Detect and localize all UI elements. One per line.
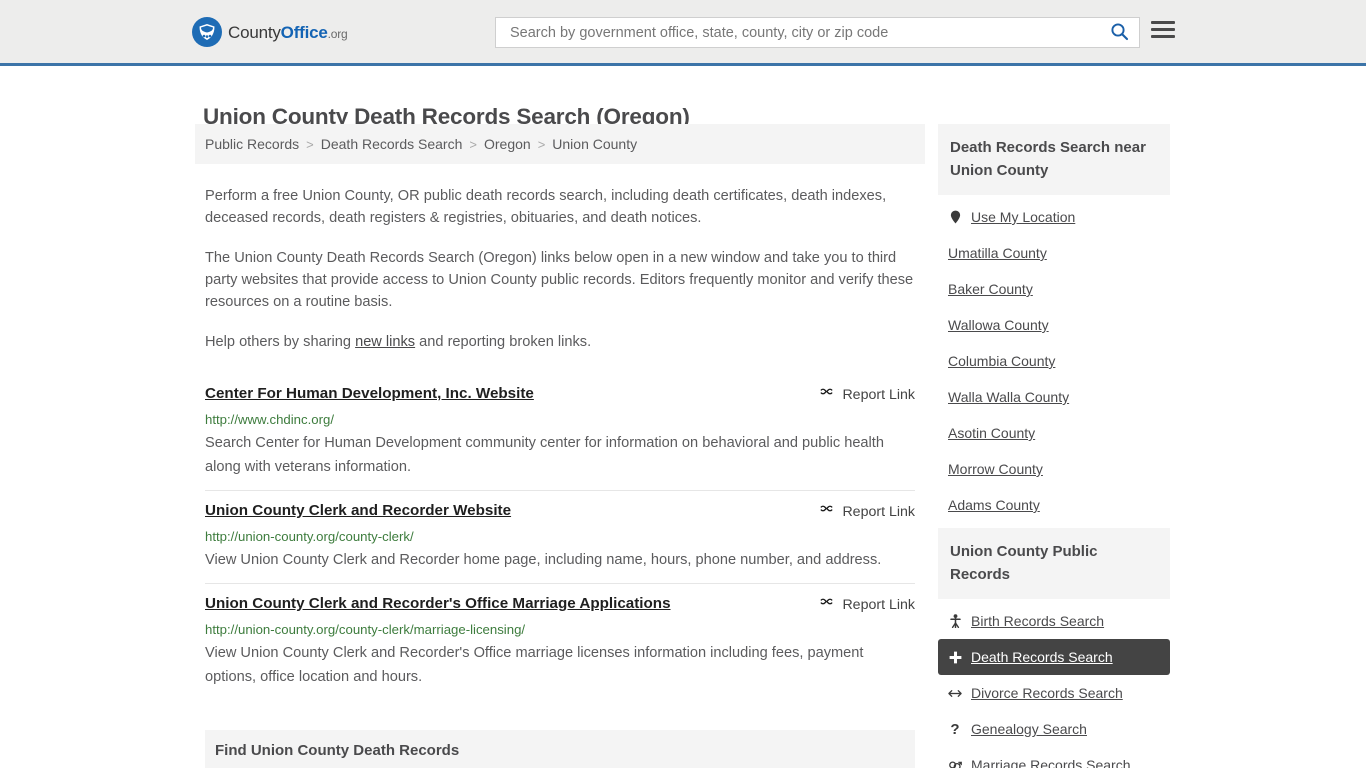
- sidebar-item-label: Death Records Search: [971, 649, 1113, 665]
- broken-link-icon: [819, 501, 834, 522]
- site-logo[interactable]: CountyOffice.org: [192, 17, 348, 47]
- site-header: CountyOffice.org: [0, 0, 1366, 66]
- intro-section: Perform a free Union County, OR public d…: [195, 185, 925, 353]
- new-links-link[interactable]: new links: [355, 334, 415, 350]
- sidebar: Death Records Search near Union County U…: [938, 124, 1170, 768]
- sidebar-item-label: Asotin County: [948, 425, 1036, 441]
- logo-text-county: County: [228, 22, 281, 42]
- nearby-searches-heading: Death Records Search near Union County: [938, 124, 1170, 195]
- result-url[interactable]: http://union-county.org/county-clerk/mar…: [205, 621, 915, 638]
- report-link-label: Report Link: [842, 596, 915, 613]
- result-item: Center For Human Development, Inc. Websi…: [205, 374, 915, 490]
- result-header: Union County Clerk and Recorder's Office…: [205, 594, 915, 615]
- breadcrumb-separator: >: [306, 136, 314, 152]
- logo-text: CountyOffice.org: [228, 24, 348, 41]
- sidebar-item-label: Use My Location: [971, 209, 1076, 225]
- map-pin-icon: [948, 210, 962, 224]
- sidebar-item-divorce-records-search[interactable]: Divorce Records Search: [938, 675, 1170, 711]
- hamburger-menu-icon[interactable]: [1151, 21, 1175, 38]
- sidebar-item-label: Columbia County: [948, 353, 1056, 369]
- share-prefix: Help others by sharing: [205, 334, 356, 350]
- share-suffix: and reporting broken links.: [415, 334, 592, 350]
- nearby-searches-list: Use My Location Umatilla County Baker Co…: [938, 199, 1170, 523]
- breadcrumb: Public Records > Death Records Search > …: [195, 124, 925, 164]
- result-url[interactable]: http://union-county.org/county-clerk/: [205, 528, 915, 545]
- sidebar-item-label: Birth Records Search: [971, 613, 1105, 629]
- sidebar-item-asotin-county[interactable]: Asotin County: [938, 415, 1170, 451]
- report-link-button[interactable]: Report Link: [801, 501, 915, 522]
- sidebar-item-label: Morrow County: [948, 461, 1043, 477]
- sidebar-item-label: Wallowa County: [948, 317, 1049, 333]
- result-url[interactable]: http://www.chdinc.org/: [205, 411, 915, 428]
- search-button[interactable]: [1106, 22, 1133, 44]
- sidebar-item-columbia-county[interactable]: Columbia County: [938, 343, 1170, 379]
- results-list: Center For Human Development, Inc. Websi…: [195, 374, 925, 700]
- broken-link-icon: [819, 384, 834, 405]
- sidebar-item-morrow-county[interactable]: Morrow County: [938, 451, 1170, 487]
- sidebar-item-label: Genealogy Search: [971, 721, 1087, 737]
- sidebar-item-umatilla-county[interactable]: Umatilla County: [938, 235, 1170, 271]
- search-icon: [1110, 22, 1129, 44]
- report-link-button[interactable]: Report Link: [801, 384, 915, 405]
- sidebar-item-label: Divorce Records Search: [971, 685, 1123, 701]
- sidebar-item-use-my-location[interactable]: Use My Location: [938, 199, 1170, 235]
- public-records-list: Birth Records Search Death Records Searc…: [938, 603, 1170, 768]
- breadcrumb-item-union-county[interactable]: Union County: [552, 136, 637, 152]
- public-records-block: Union County Public Records Birth Record…: [938, 528, 1170, 768]
- search-bar[interactable]: [495, 17, 1140, 48]
- intro-paragraph-2: The Union County Death Records Search (O…: [205, 250, 914, 310]
- result-title-link[interactable]: Union County Clerk and Recorder's Office…: [205, 594, 671, 614]
- intro-paragraph-1: Perform a free Union County, OR public d…: [205, 188, 887, 226]
- result-item: Union County Clerk and Recorder Website …: [205, 490, 915, 583]
- baby-icon: [948, 614, 962, 628]
- report-link-label: Report Link: [842, 386, 915, 403]
- male-female-icon: [948, 759, 962, 768]
- breadcrumb-item-oregon[interactable]: Oregon: [484, 136, 531, 152]
- sidebar-item-adams-county[interactable]: Adams County: [938, 487, 1170, 523]
- breadcrumb-separator: >: [469, 136, 477, 152]
- sidebar-item-walla-walla-county[interactable]: Walla Walla County: [938, 379, 1170, 415]
- public-records-heading: Union County Public Records: [938, 528, 1170, 599]
- sidebar-item-marriage-records-search[interactable]: Marriage Records Search: [938, 747, 1170, 768]
- result-title-link[interactable]: Center For Human Development, Inc. Websi…: [205, 384, 534, 404]
- question-mark-icon: ?: [950, 720, 960, 738]
- broken-link-icon: [819, 594, 834, 615]
- report-link-label: Report Link: [842, 503, 915, 520]
- result-item: Union County Clerk and Recorder's Office…: [205, 583, 915, 700]
- breadcrumb-item-public-records[interactable]: Public Records: [205, 136, 299, 152]
- result-header: Union County Clerk and Recorder Website …: [205, 501, 915, 522]
- result-description: View Union County Clerk and Recorder's O…: [205, 645, 864, 685]
- find-records-section: Find Union County Death Records Union Co…: [195, 730, 925, 768]
- sidebar-item-genealogy-search[interactable]: ? Genealogy Search: [938, 711, 1170, 747]
- intro-share-line: Help others by sharing new links and rep…: [205, 331, 915, 353]
- logo-text-office: Office: [280, 22, 328, 42]
- report-link-button[interactable]: Report Link: [801, 594, 915, 615]
- sidebar-item-label: Adams County: [948, 497, 1040, 513]
- sidebar-item-label: Umatilla County: [948, 245, 1047, 261]
- sidebar-item-birth-records-search[interactable]: Birth Records Search: [938, 603, 1170, 639]
- eagle-shield-logo-icon: [192, 17, 222, 47]
- sidebar-item-wallowa-county[interactable]: Wallowa County: [938, 307, 1170, 343]
- sidebar-item-label: Baker County: [948, 281, 1033, 297]
- breadcrumb-item-death-records-search[interactable]: Death Records Search: [321, 136, 463, 152]
- result-description: View Union County Clerk and Recorder hom…: [205, 552, 882, 568]
- nearby-searches-block: Death Records Search near Union County U…: [938, 124, 1170, 523]
- left-right-arrow-icon: [948, 688, 962, 699]
- find-records-heading: Find Union County Death Records: [205, 730, 915, 768]
- sidebar-item-label: Marriage Records Search: [971, 757, 1131, 768]
- cross-icon: [948, 651, 962, 664]
- logo-text-org: .org: [327, 26, 348, 41]
- search-input[interactable]: [508, 18, 1106, 47]
- sidebar-item-death-records-search[interactable]: Death Records Search: [938, 639, 1170, 675]
- sidebar-item-label: Walla Walla County: [948, 389, 1070, 405]
- breadcrumb-separator: >: [537, 136, 546, 152]
- result-description: Search Center for Human Development comm…: [205, 435, 884, 475]
- sidebar-item-baker-county[interactable]: Baker County: [938, 271, 1170, 307]
- result-title-link[interactable]: Union County Clerk and Recorder Website: [205, 501, 511, 521]
- result-header: Center For Human Development, Inc. Websi…: [205, 384, 915, 405]
- main-content: Public Records > Death Records Search > …: [195, 124, 925, 768]
